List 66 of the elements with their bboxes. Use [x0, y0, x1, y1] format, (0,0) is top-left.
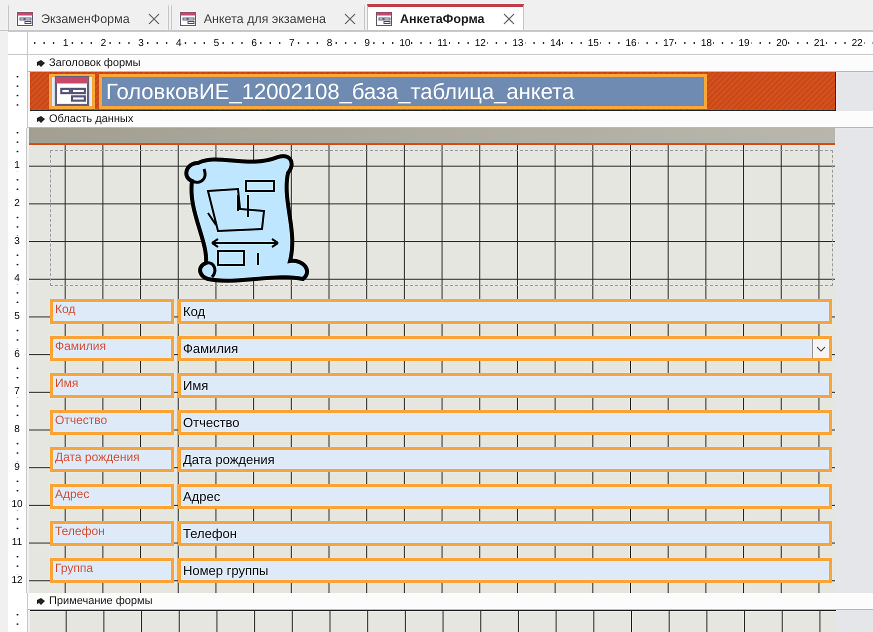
form-icon: [54, 76, 90, 106]
form-icon: [376, 12, 392, 26]
ruler-number: 11: [436, 38, 449, 48]
ruler-number: 15: [586, 38, 600, 48]
ruler-number: 12: [474, 38, 487, 48]
ruler-number: 5: [212, 38, 220, 48]
ruler-number: 7: [288, 38, 296, 48]
ruler-number: 11: [10, 537, 24, 548]
vertical-ruler: [8, 610, 28, 632]
ruler-number: 14: [549, 38, 562, 48]
text-box[interactable]: Отчество: [178, 410, 832, 435]
ruler-number: 6: [250, 38, 258, 48]
ruler-number: 18: [700, 38, 713, 48]
canvas-background: [836, 72, 873, 111]
close-icon[interactable]: [344, 12, 356, 24]
ruler-number: 13: [511, 38, 524, 48]
ruler-number: 8: [326, 38, 334, 48]
ruler-number: 4: [174, 38, 183, 48]
ruler-number: 6: [13, 348, 21, 360]
section-marker-icon: [36, 114, 46, 124]
ruler-number: 3: [13, 236, 21, 247]
text-box[interactable]: Имя: [178, 373, 832, 398]
image-control[interactable]: [50, 150, 833, 286]
ruler-number: 7: [13, 386, 21, 398]
ruler-number: 5: [13, 310, 21, 322]
text-box[interactable]: Адрес: [178, 484, 832, 509]
ruler-number: 1: [62, 38, 70, 48]
ruler-number: 19: [738, 38, 751, 48]
ruler-number: 16: [624, 38, 638, 48]
ruler-number: 17: [662, 38, 676, 48]
ruler-number: 10: [10, 499, 24, 510]
text-box[interactable]: Номер группы: [178, 558, 832, 583]
ruler-number: 9: [13, 462, 21, 473]
ruler-number: 2: [13, 198, 21, 209]
section-title: Область данных: [49, 113, 134, 125]
document-tab[interactable]: АнкетаФорма: [366, 4, 524, 30]
ruler-number: 10: [398, 38, 412, 48]
section-bar[interactable]: Заголовок формы: [28, 55, 873, 72]
ruler-number: 8: [13, 424, 21, 435]
section-bar[interactable]: Область данных: [28, 111, 873, 128]
ruler-number: 12: [10, 574, 24, 586]
section-marker-icon: [36, 58, 46, 68]
ruler-number: 1: [13, 160, 21, 172]
document-tab[interactable]: Анкета для экзамена: [170, 4, 365, 30]
combo-box[interactable]: Фамилия: [178, 336, 832, 361]
form-icon: [180, 12, 196, 26]
text-box[interactable]: Дата рождения: [178, 447, 832, 472]
text-box[interactable]: Телефон: [178, 521, 832, 546]
ruler-number: 20: [775, 38, 788, 48]
dropdown-icon[interactable]: [812, 339, 829, 358]
ruler-number: 4: [13, 273, 21, 284]
ruler-number: 22: [850, 38, 864, 48]
document-tab[interactable]: ЭкзаменФорма: [8, 4, 169, 30]
section-title: Заголовок формы: [49, 57, 141, 69]
section-title: Примечание формы: [49, 595, 152, 607]
close-icon[interactable]: [148, 12, 160, 24]
ruler-number: 21: [812, 38, 826, 48]
section-bar[interactable]: Примечание формы: [28, 593, 873, 610]
text-box[interactable]: Код: [178, 299, 832, 324]
close-icon[interactable]: [502, 12, 514, 24]
ruler-number: 3: [137, 38, 145, 48]
ruler-number: 9: [363, 38, 371, 48]
form-icon: [17, 12, 33, 26]
section-marker-icon: [36, 596, 46, 606]
ruler-number: 2: [100, 38, 108, 48]
form-icon-control[interactable]: [49, 74, 95, 108]
